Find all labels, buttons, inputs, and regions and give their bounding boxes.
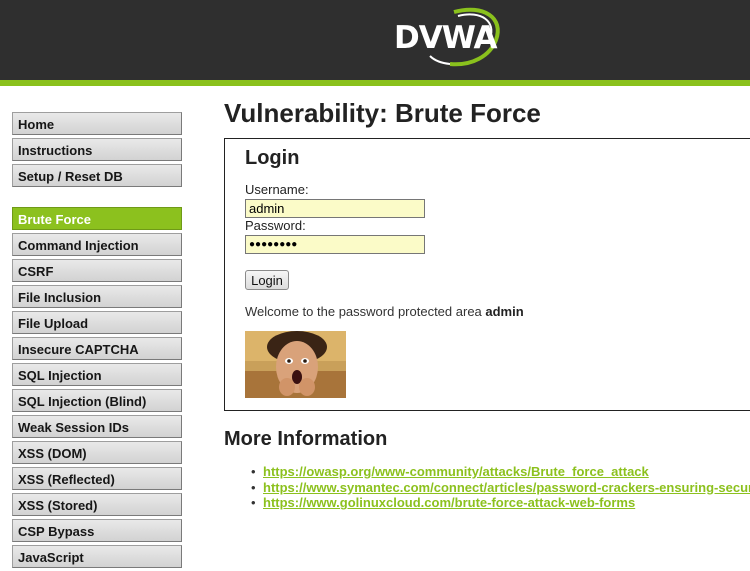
sidebar-item-setup-reset-db[interactable]: Setup / Reset DB <box>12 164 182 187</box>
username-field[interactable]: admin <box>245 199 425 218</box>
sidebar-item-csp-bypass[interactable]: CSP Bypass <box>12 519 182 542</box>
sidebar-item-insecure-captcha[interactable]: Insecure CAPTCHA <box>12 337 182 360</box>
sidebar-main-menu: Home Instructions Setup / Reset DB <box>12 112 182 190</box>
sidebar-item-weak-session-ids[interactable]: Weak Session IDs <box>12 415 182 438</box>
sidebar-item-file-inclusion[interactable]: File Inclusion <box>12 285 182 308</box>
password-label: Password: <box>245 218 306 233</box>
bullet-icon: • <box>251 464 256 479</box>
symantec-password-crackers-link[interactable]: https://www.symantec.com/connect/article… <box>263 480 750 495</box>
bullet-icon: • <box>251 479 256 495</box>
sidebar-item-xss-dom[interactable]: XSS (DOM) <box>12 441 182 464</box>
welcome-message: Welcome to the password protected area a… <box>245 304 524 319</box>
login-heading: Login <box>245 147 300 169</box>
sidebar-vulnerabilities-menu: Brute Force Command Injection CSRF File … <box>12 207 182 571</box>
sidebar-item-home[interactable]: Home <box>12 112 182 135</box>
list-item: • https://www.symantec.com/connect/articl… <box>246 480 750 496</box>
sidebar-item-brute-force[interactable]: Brute Force <box>12 207 182 230</box>
list-item: • https://owasp.org/www-community/attacks… <box>246 464 750 480</box>
sidebar-item-xss-reflected[interactable]: XSS (Reflected) <box>12 467 182 490</box>
login-panel: Login Username: admin Password: ●●●●●●●●… <box>224 138 750 411</box>
username-label: Username: <box>245 182 309 197</box>
sidebar-item-javascript[interactable]: JavaScript <box>12 545 182 568</box>
welcome-username: admin <box>485 304 524 319</box>
sidebar-item-file-upload[interactable]: File Upload <box>12 311 182 334</box>
sidebar-item-csrf[interactable]: CSRF <box>12 259 182 282</box>
golinuxcloud-brute-force-link[interactable]: https://www.golinuxcloud.com/brute-force… <box>263 495 635 510</box>
owasp-brute-force-link[interactable]: https://owasp.org/www-community/attacks/… <box>263 464 649 479</box>
logo-text: DVWA <box>394 20 498 56</box>
sidebar-item-instructions[interactable]: Instructions <box>12 138 182 161</box>
dvwa-logo[interactable]: DVWA <box>392 6 504 72</box>
sidebar-item-command-injection[interactable]: Command Injection <box>12 233 182 256</box>
password-field[interactable]: ●●●●●●●● <box>245 235 425 254</box>
list-item: • https://www.golinuxcloud.com/brute-forc… <box>246 495 750 511</box>
sidebar-item-sql-injection-blind[interactable]: SQL Injection (Blind) <box>12 389 182 412</box>
sidebar-item-xss-stored[interactable]: XSS (Stored) <box>12 493 182 516</box>
page-title: Vulnerability: Brute Force <box>224 98 541 128</box>
user-avatar-photo <box>245 331 346 398</box>
more-information-links: • https://owasp.org/www-community/attacks… <box>246 464 750 511</box>
header-bar: DVWA <box>0 0 750 80</box>
login-button[interactable]: Login <box>245 270 289 290</box>
welcome-text: Welcome to the password protected area <box>245 304 486 319</box>
bullet-icon: • <box>251 495 256 511</box>
header-accent-stripe <box>0 80 750 86</box>
more-information-heading: More Information <box>224 428 388 450</box>
sidebar-item-sql-injection[interactable]: SQL Injection <box>12 363 182 386</box>
